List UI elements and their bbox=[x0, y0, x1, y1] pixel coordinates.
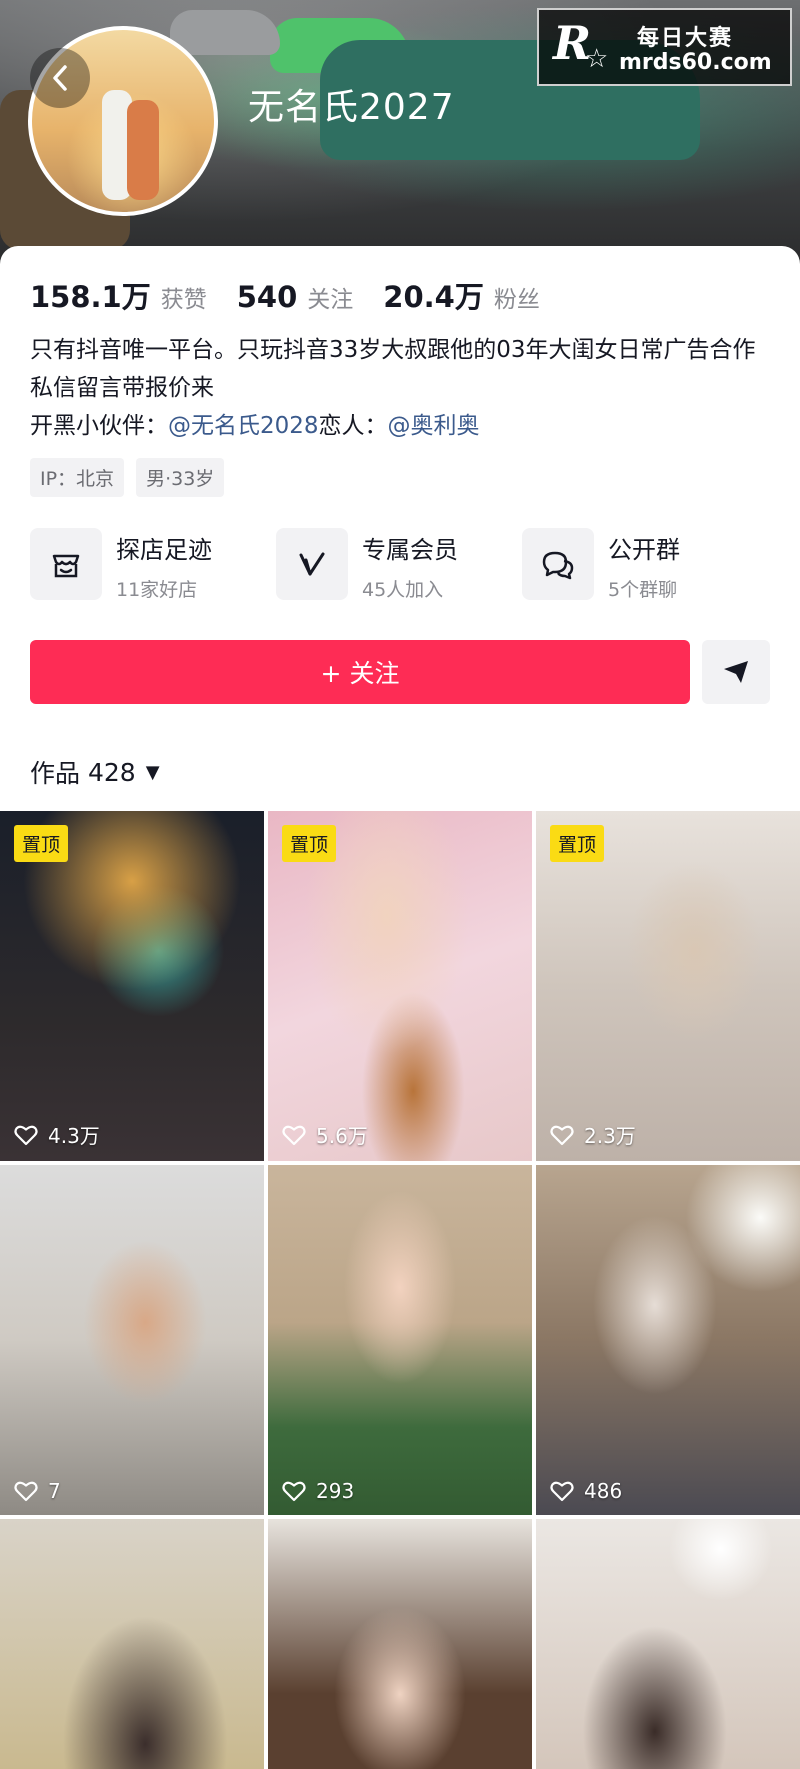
heart-icon bbox=[550, 1125, 574, 1145]
video-thumbnail[interactable] bbox=[536, 1519, 800, 1769]
likes-count: 4.3万 bbox=[48, 1124, 100, 1148]
feature-membership[interactable]: 专属会员 45人加入 bbox=[276, 528, 458, 604]
video-likes: 486 bbox=[550, 1479, 622, 1503]
feature-subtitle: 45人加入 bbox=[362, 579, 444, 601]
pinned-badge: 置顶 bbox=[282, 825, 337, 862]
pinned-badge: 置顶 bbox=[550, 825, 605, 862]
follow-button[interactable]: + 关注 bbox=[30, 640, 690, 704]
video-likes: 5.6万 bbox=[282, 1120, 368, 1149]
feature-public-group[interactable]: 公开群 5个群聊 bbox=[522, 528, 680, 604]
shop-icon bbox=[30, 528, 102, 600]
profile-bio: 只有抖音唯一平台。只玩抖音33岁大叔跟他的03年大闺女日常广告合作私信留言带报价… bbox=[30, 331, 775, 445]
video-thumbnail[interactable]: 293 bbox=[268, 1165, 532, 1515]
following-count[interactable]: 540 bbox=[237, 280, 298, 314]
feature-store-visits[interactable]: 探店足迹 11家好店 bbox=[30, 528, 212, 604]
avatar-figure bbox=[127, 100, 159, 200]
partner-label: 开黑小伙伴： bbox=[30, 413, 168, 439]
likes-count: 7 bbox=[48, 1479, 61, 1503]
feature-title: 公开群 bbox=[608, 536, 680, 564]
watermark-star-icon: ☆ bbox=[585, 44, 609, 74]
background-car bbox=[170, 10, 280, 55]
profile-nickname: 无名氏2027 bbox=[248, 87, 455, 128]
profile-card: 158.1万 获赞 540 关注 20.4万 粉丝 只有抖音唯一平台。只玩抖音3… bbox=[0, 246, 800, 1769]
video-likes: 2.3万 bbox=[550, 1120, 636, 1149]
share-button[interactable] bbox=[702, 640, 770, 704]
vip-icon bbox=[276, 528, 348, 600]
video-thumbnail[interactable] bbox=[0, 1519, 264, 1769]
video-thumbnail[interactable]: 置顶 5.6万 bbox=[268, 811, 532, 1161]
feature-title: 探店足迹 bbox=[116, 536, 212, 564]
profile-header-background: 无名氏2027 R ☆ 每日大赛 mrds60.com bbox=[0, 0, 800, 270]
likes-count[interactable]: 158.1万 bbox=[30, 274, 151, 316]
ip-location-tag: IP：北京 bbox=[30, 458, 125, 497]
caret-down-icon: ▼ bbox=[145, 761, 160, 783]
heart-icon bbox=[282, 1125, 306, 1145]
video-likes: 293 bbox=[282, 1479, 354, 1503]
bio-mentions: 开黑小伙伴：@无名氏2028恋人：@奥利奥 bbox=[30, 407, 775, 445]
video-likes: 4.3万 bbox=[14, 1120, 100, 1149]
send-icon bbox=[724, 661, 748, 683]
pinned-badge: 置顶 bbox=[14, 825, 69, 862]
video-thumbnail[interactable]: 置顶 4.3万 bbox=[0, 811, 264, 1161]
heart-icon bbox=[282, 1481, 306, 1502]
likes-count: 5.6万 bbox=[316, 1124, 368, 1148]
video-thumbnail[interactable]: 486 bbox=[536, 1165, 800, 1515]
works-label: 作品 bbox=[30, 759, 81, 788]
feature-subtitle: 11家好店 bbox=[116, 579, 198, 601]
video-likes: 7 bbox=[14, 1479, 61, 1503]
watermark-brand: 每日大赛 bbox=[637, 26, 734, 51]
profile-tags: IP：北京 男·33岁 bbox=[30, 458, 225, 497]
feature-subtitle: 5个群聊 bbox=[608, 579, 678, 601]
likes-count: 2.3万 bbox=[584, 1124, 636, 1148]
partner-mention-link[interactable]: @无名氏2028 bbox=[168, 413, 319, 439]
group-chat-icon bbox=[522, 528, 594, 600]
watermark-url: mrds60.com bbox=[619, 50, 772, 75]
profile-stats: 158.1万 获赞 540 关注 20.4万 粉丝 bbox=[30, 274, 570, 316]
followers-label[interactable]: 粉丝 bbox=[494, 280, 540, 314]
lover-mention-link[interactable]: @奥利奥 bbox=[388, 413, 480, 439]
following-label[interactable]: 关注 bbox=[307, 280, 353, 314]
heart-icon bbox=[14, 1481, 38, 1502]
works-tab[interactable]: 作品 428 ▼ bbox=[30, 754, 160, 790]
likes-count: 486 bbox=[584, 1479, 623, 1503]
bio-text: 只有抖音唯一平台。只玩抖音33岁大叔跟他的03年大闺女日常广告合作私信留言带报价… bbox=[30, 337, 756, 401]
watermark-logo: R ☆ 每日大赛 mrds60.com bbox=[537, 8, 792, 86]
likes-label[interactable]: 获赞 bbox=[161, 280, 207, 314]
video-thumbnail[interactable]: 置顶 2.3万 bbox=[536, 811, 800, 1161]
feature-title: 专属会员 bbox=[362, 536, 458, 564]
back-button[interactable] bbox=[30, 48, 90, 108]
likes-count: 293 bbox=[316, 1479, 355, 1503]
heart-icon bbox=[14, 1125, 38, 1145]
feature-entries: 探店足迹 11家好店 专属会员 45人加入 公开群 5个群聊 bbox=[30, 528, 775, 604]
video-thumbnail[interactable]: 7 bbox=[0, 1165, 264, 1515]
video-thumbnail[interactable] bbox=[268, 1519, 532, 1769]
works-count: 428 bbox=[87, 757, 136, 787]
followers-count[interactable]: 20.4万 bbox=[383, 274, 484, 316]
heart-icon bbox=[550, 1481, 574, 1502]
chevron-left-icon bbox=[53, 65, 67, 91]
gender-age-tag: 男·33岁 bbox=[136, 458, 225, 497]
lover-label: 恋人： bbox=[318, 413, 388, 439]
